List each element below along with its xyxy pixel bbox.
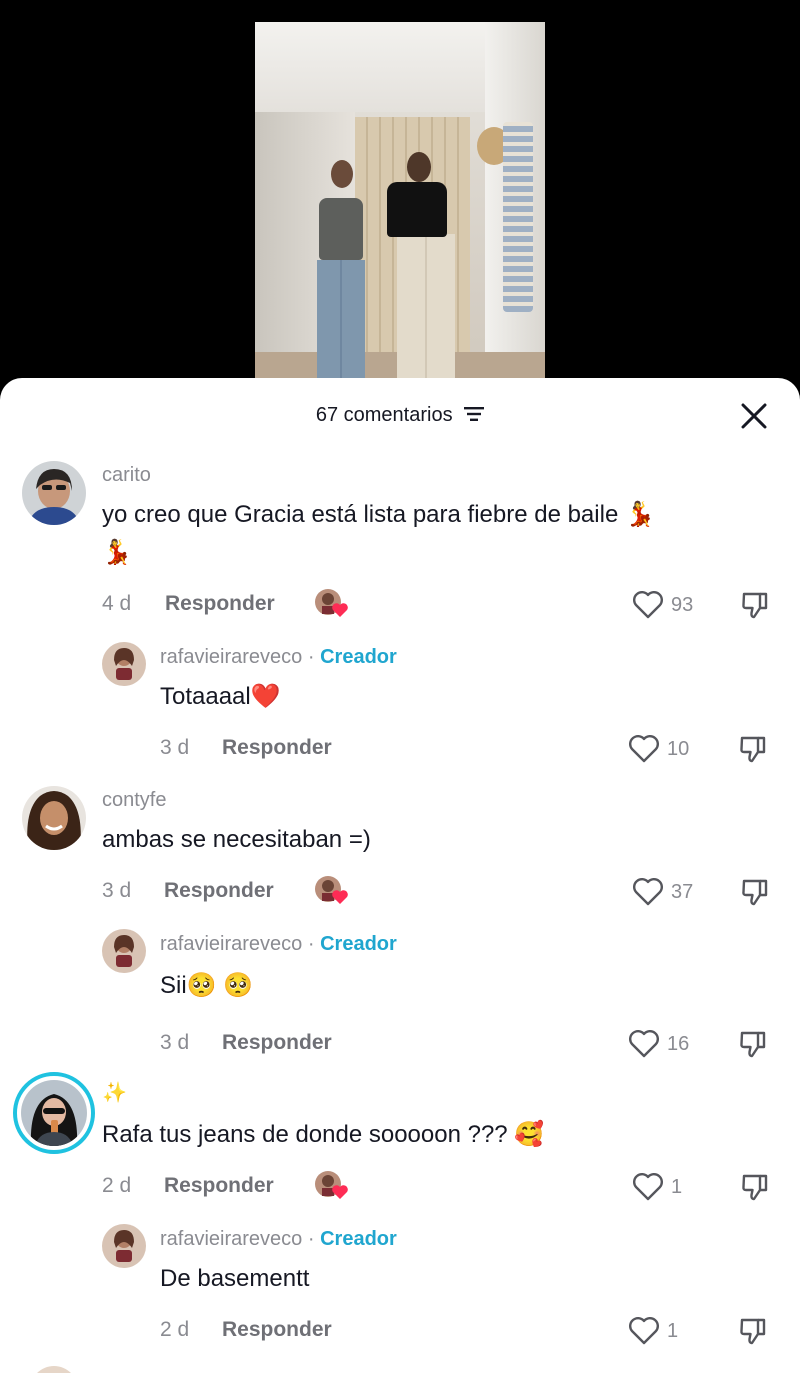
reply-username-row: rafavieirareveco · Creador	[160, 1228, 397, 1251]
comment-username[interactable]: carito	[102, 464, 151, 487]
dislike-icon[interactable]	[740, 590, 770, 620]
reply-text: Sii🥺 🥺	[160, 972, 254, 999]
creator-badge: Creador	[320, 933, 397, 955]
dislike-icon[interactable]	[738, 1029, 768, 1059]
creator-badge: Creador	[320, 646, 397, 668]
comment-text: ambas se necesitaban =)	[102, 826, 371, 853]
comment-text-continued: 💃	[102, 539, 132, 566]
like-button[interactable]: 10	[628, 734, 708, 764]
separator-dot: ·	[307, 646, 315, 668]
comments-sheet: 67 comentarios carito yo creo que Gracia	[0, 378, 800, 1373]
dislike-icon[interactable]	[738, 1316, 768, 1346]
reply-button[interactable]: Responder	[222, 1318, 332, 1342]
close-icon[interactable]	[740, 402, 768, 430]
reply-button[interactable]: Responder	[222, 736, 332, 760]
video-scene-towel	[503, 122, 533, 312]
avatar[interactable]	[102, 1224, 146, 1268]
reply-time: 3 d	[160, 1031, 190, 1054]
like-button[interactable]: 1	[632, 1172, 692, 1202]
comment-text: Rafa tus jeans de donde sooooon ??? 🥰	[102, 1121, 545, 1148]
reply-username[interactable]: rafavieirareveco	[160, 646, 302, 668]
comment-time: 4 d	[102, 592, 132, 615]
comment-count-button[interactable]: 67 comentarios	[0, 404, 800, 427]
reply-button[interactable]: Responder	[222, 1031, 332, 1055]
comments-header: 67 comentarios	[0, 378, 800, 452]
heart-icon	[629, 1030, 659, 1058]
comment-username[interactable]: ✨	[102, 1080, 127, 1105]
video-preview[interactable]	[255, 22, 545, 402]
creator-liked-badge	[314, 875, 348, 905]
like-count: 37	[671, 881, 694, 903]
reply-button[interactable]: Responder	[165, 592, 275, 616]
creator-liked-badge	[314, 1170, 348, 1200]
video-person-right-pants	[397, 234, 455, 384]
avatar[interactable]	[102, 642, 146, 686]
like-count: 1	[671, 1176, 683, 1198]
reply-time: 2 d	[160, 1318, 190, 1341]
heart-icon	[633, 591, 663, 619]
reply-button[interactable]: Responder	[164, 1174, 274, 1198]
reply-username-row: rafavieirareveco · Creador	[160, 646, 397, 669]
dislike-icon[interactable]	[740, 877, 770, 907]
reply-text: De basementt	[160, 1265, 310, 1292]
heart-icon	[629, 1317, 659, 1345]
heart-icon	[629, 735, 659, 763]
dislike-icon[interactable]	[738, 734, 768, 764]
avatar[interactable]	[30, 1366, 78, 1373]
separator-dot: ·	[307, 1228, 315, 1250]
avatar[interactable]	[22, 461, 86, 525]
video-person-left-top	[319, 198, 363, 260]
comment-text: yo creo que Gracia está lista para fiebr…	[102, 501, 655, 528]
filter-icon	[464, 406, 485, 421]
video-person-left-head	[331, 160, 353, 188]
comment-time: 3 d	[102, 879, 132, 902]
like-button[interactable]: 16	[628, 1029, 708, 1059]
like-button[interactable]: 93	[632, 590, 712, 620]
like-count: 16	[667, 1033, 690, 1055]
comment-time: 2 d	[102, 1174, 132, 1197]
like-button[interactable]: 1	[628, 1316, 688, 1346]
heart-icon	[633, 1173, 663, 1201]
like-button[interactable]: 37	[632, 877, 712, 907]
creator-badge: Creador	[320, 1228, 397, 1250]
dislike-icon[interactable]	[740, 1172, 770, 1202]
comment-count-label: 67 comentarios	[315, 404, 453, 426]
video-person-right-head	[407, 152, 431, 182]
heart-icon	[633, 878, 663, 906]
like-count: 1	[667, 1320, 679, 1342]
story-ring[interactable]	[13, 1072, 95, 1154]
reply-time: 3 d	[160, 736, 190, 759]
reply-username-row: rafavieirareveco · Creador	[160, 933, 397, 956]
comment-username[interactable]: contyfe	[102, 789, 166, 812]
avatar	[21, 1080, 87, 1146]
avatar[interactable]	[102, 929, 146, 973]
reply-username[interactable]: rafavieirareveco	[160, 933, 302, 955]
creator-liked-badge	[314, 588, 348, 618]
like-count: 10	[667, 738, 690, 760]
reply-button[interactable]: Responder	[164, 879, 274, 903]
reply-username[interactable]: rafavieirareveco	[160, 1228, 302, 1250]
video-person-left-jeans	[317, 260, 365, 380]
separator-dot: ·	[307, 933, 315, 955]
like-count: 93	[671, 594, 694, 616]
video-person-right-top	[387, 182, 447, 237]
reply-text: Totaaaal❤️	[160, 683, 281, 710]
avatar[interactable]	[22, 786, 86, 850]
